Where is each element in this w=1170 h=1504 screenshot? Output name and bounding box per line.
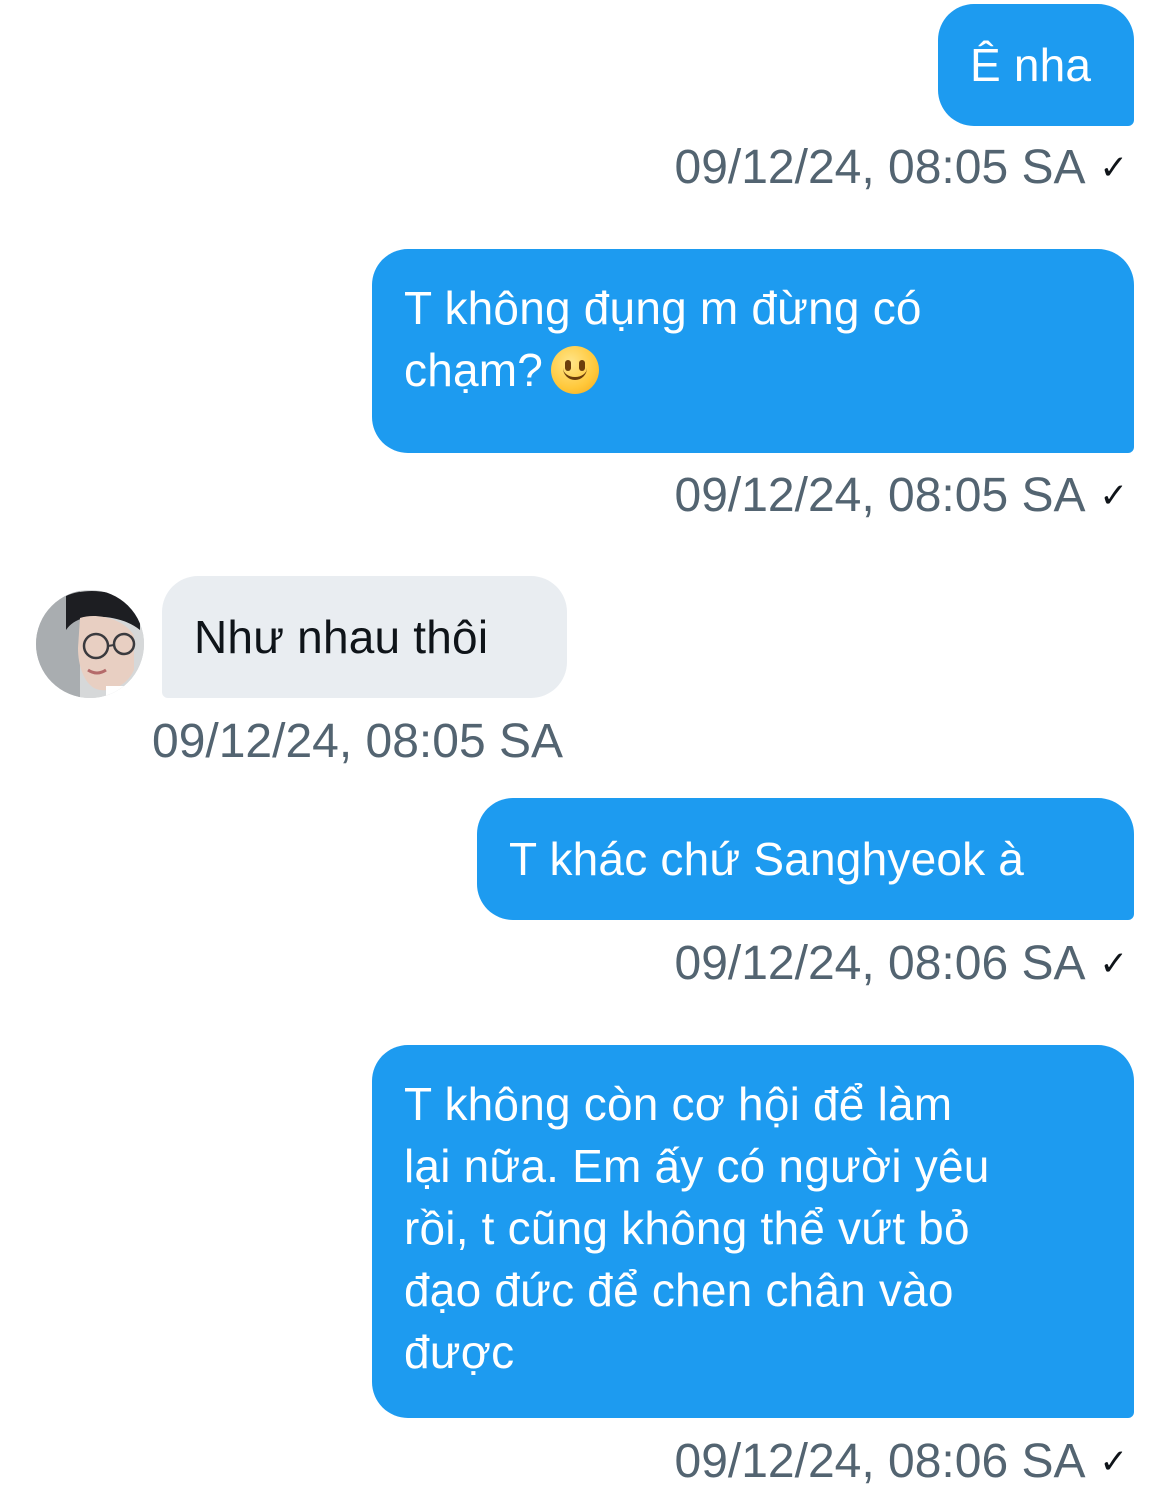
user-avatar[interactable]	[36, 590, 144, 698]
message-text-line: lại nữa. Em ấy có người yêu	[404, 1140, 990, 1192]
message-bubble-received[interactable]: Như nhau thôi	[162, 576, 567, 698]
message-text: T khác chứ Sanghyeok à	[509, 833, 1025, 885]
message-timestamp: 09/12/24, 08:05 SA ✓	[675, 138, 1129, 198]
message-text-line: rồi, t cũng không thể vứt bỏ	[404, 1202, 970, 1254]
message-timestamp: 09/12/24, 08:05 SA	[152, 715, 563, 768]
message-bubble-sent[interactable]: T không còn cơ hội để làm lại nữa. Em ấy…	[372, 1045, 1134, 1418]
checkmark-icon: ✓	[1099, 1443, 1129, 1481]
checkmark-icon: ✓	[1099, 149, 1129, 187]
message-text-line: đạo đức để chen chân vào	[404, 1264, 954, 1316]
message-bubble-sent[interactable]: T khác chứ Sanghyeok à	[477, 798, 1134, 920]
message-timestamp: 09/12/24, 08:06 SA ✓	[675, 1432, 1129, 1492]
message-timestamp: 09/12/24, 08:05 SA ✓	[675, 466, 1129, 526]
message-text: Như nhau thôi	[194, 611, 489, 663]
message-text-line: được	[404, 1326, 515, 1378]
message-text-line: chạm?	[404, 339, 1104, 401]
message-bubble-sent[interactable]: Ê nha	[938, 4, 1134, 126]
message-text-line: T không còn cơ hội để làm	[404, 1078, 953, 1130]
message-text-line: T không đụng m đừng có	[404, 282, 922, 334]
message-bubble-sent[interactable]: T không đụng m đừng có chạm?	[372, 249, 1134, 453]
message-text: Ê nha	[970, 39, 1092, 91]
checkmark-icon: ✓	[1099, 945, 1129, 983]
message-timestamp: 09/12/24, 08:06 SA ✓	[675, 934, 1129, 994]
checkmark-icon: ✓	[1099, 477, 1129, 515]
smiling-face-emoji-icon	[551, 346, 600, 394]
avatar-photo-icon	[36, 590, 144, 698]
